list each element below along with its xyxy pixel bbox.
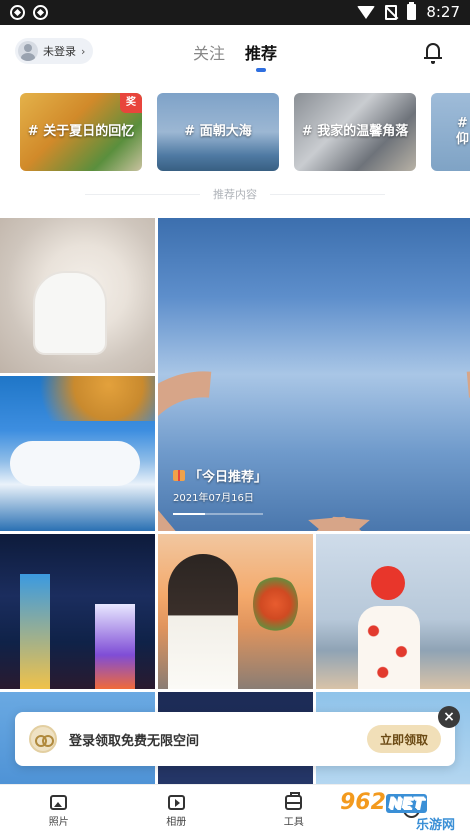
status-bar: 8:27: [0, 0, 470, 25]
feed-tabs: 关注 推荐: [0, 40, 470, 72]
top-header: 未登录 › 关注 推荐: [0, 25, 470, 83]
claim-now-button[interactable]: 立即领取: [367, 725, 441, 753]
notification-icon: [33, 5, 48, 20]
photo-tile[interactable]: [0, 534, 155, 689]
topic-card-facing-sea[interactable]: # 面朝大海: [157, 93, 279, 171]
wifi-icon: [357, 5, 376, 19]
photo-tile[interactable]: [0, 376, 155, 531]
login-promo-banner[interactable]: 登录领取免费无限空间 立即领取: [15, 712, 455, 766]
photo-tile[interactable]: [158, 534, 313, 689]
nav-label: 工具: [283, 816, 304, 828]
section-title: 推荐内容: [0, 186, 470, 202]
watermark-subtitle: 乐游网: [415, 818, 455, 833]
nav-item-tools[interactable]: 工具: [235, 785, 353, 837]
tab-following[interactable]: 关注: [193, 40, 225, 64]
status-time: 8:27: [426, 3, 460, 21]
watermark-logo: 962 NET: [340, 790, 465, 815]
nav-label: 相册: [166, 816, 187, 828]
toolbox-icon: [285, 791, 303, 810]
photo-tile[interactable]: [316, 534, 470, 689]
featured-title-text: 「今日推荐」: [189, 470, 268, 485]
photo-icon: [50, 794, 68, 810]
carousel-progress-fill: [173, 513, 205, 515]
featured-caption: 「今日推荐」 2021年07月16日: [173, 466, 267, 504]
award-badge: 奖: [120, 93, 142, 113]
topic-label: # 关于夏日的回忆: [27, 124, 135, 139]
featured-date: 2021年07月16日: [173, 493, 254, 504]
photo-tile[interactable]: [0, 218, 155, 373]
notification-icon: [10, 5, 25, 20]
topic-carousel: # 关于夏日的回忆 奖 # 面朝大海 # 我家的温馨角落 # 仰: [20, 93, 470, 171]
notification-icons: [10, 5, 48, 20]
gift-icon: [173, 470, 185, 481]
heart-hands-image: [188, 278, 438, 468]
tab-recommended[interactable]: 推荐: [245, 40, 277, 72]
no-sim-icon: [385, 4, 398, 20]
nav-label: 照片: [48, 816, 69, 828]
watermark-logo-number: 962: [340, 790, 386, 815]
featured-photo-card[interactable]: 「今日推荐」 2021年07月16日: [158, 218, 470, 531]
infinity-coin-icon: [29, 725, 57, 753]
nav-item-photos[interactable]: 照片: [0, 785, 118, 837]
album-icon: [167, 794, 185, 810]
site-watermark: 962 NET 乐游网: [340, 790, 465, 833]
topic-label: # 我家的温馨角落: [301, 124, 409, 139]
featured-title: 「今日推荐」: [173, 466, 267, 485]
topic-label: # 仰: [455, 116, 469, 147]
status-right: 8:27: [357, 2, 460, 21]
topic-card-partial[interactable]: # 仰: [431, 93, 470, 171]
nav-item-albums[interactable]: 相册: [118, 785, 236, 837]
topic-card-cozy-corner[interactable]: # 我家的温馨角落: [294, 93, 416, 171]
close-icon[interactable]: ×: [438, 706, 460, 728]
topic-label: # 面朝大海: [184, 124, 252, 139]
bell-icon[interactable]: [424, 43, 442, 64]
watermark-logo-suffix: NET: [385, 794, 428, 813]
topic-card-summer-memories[interactable]: # 关于夏日的回忆 奖: [20, 93, 142, 171]
promo-text: 登录领取免费无限空间: [69, 733, 200, 749]
carousel-progress: [173, 513, 263, 515]
battery-icon: [407, 2, 417, 20]
